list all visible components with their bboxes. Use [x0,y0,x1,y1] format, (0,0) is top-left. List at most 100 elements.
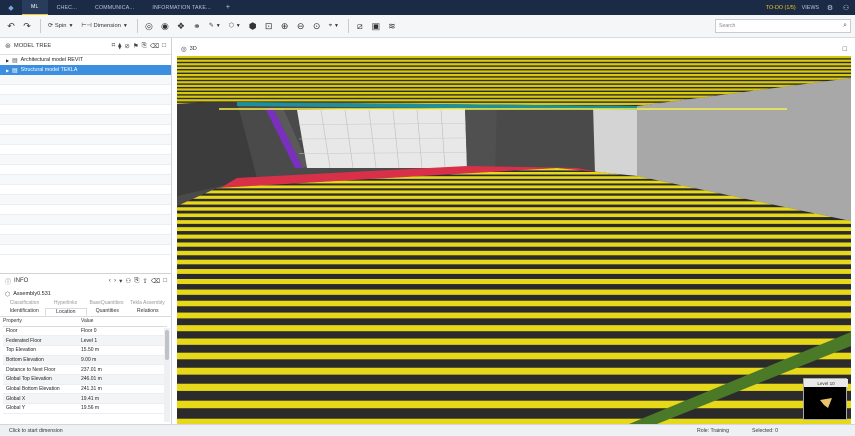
property-value: 241.31 m [81,384,167,395]
cube-view-icon: ⬡ [228,23,234,29]
property-name: Distance to Next Floor [3,364,81,375]
zoom-selection-icon[interactable]: ⊙ [310,17,324,35]
minimap[interactable]: Level 10 [803,378,848,420]
table-row[interactable]: Top Elevation 15.50 m [3,345,167,356]
section-box-icon[interactable]: ▣ [369,17,383,35]
table-row[interactable]: Global Top Elevation 246.01 m [3,374,167,385]
dimension-ruler-icon: ⊢⊣ [81,23,92,29]
section-plane-icon[interactable]: ⧄ [353,17,367,35]
3d-viewport[interactable]: Level 10 [177,56,851,424]
ceiling-stripe [177,74,851,77]
ceiling-stripe [177,81,851,84]
tree-item-structural[interactable]: ▶ ▤ Structural model TEKLA [0,65,171,75]
info-maximize-icon[interactable]: □ [163,277,167,285]
table-row[interactable]: Global Bottom Elevation 241.31 m [3,384,167,395]
spin-label: Spin [54,23,67,29]
floor-stripe [177,242,851,247]
add-tab-icon[interactable]: + [220,4,236,11]
cube-color-icon[interactable]: ❖ [174,17,188,35]
floor-stripe [177,312,851,319]
cube-view-dropdown[interactable]: ⬡ ▼ [226,17,244,35]
isolate-icon[interactable]: ◉ [158,17,172,35]
redo-icon[interactable]: ↷ [20,17,34,35]
toolbar-divider [40,19,41,33]
table-row[interactable]: Global Y 19.56 m [3,403,167,414]
table-row[interactable]: Distance to Next Floor 237.01 m [3,364,167,375]
tab-hyperlinks[interactable]: Hyperlinks [45,300,86,308]
info-title: INFO [14,278,29,284]
3d-scene[interactable] [177,56,851,424]
zoom-out-icon[interactable]: ⊖ [294,17,308,35]
tree-copy-icon[interactable]: ⎘ [142,42,147,50]
tree-item-label: Structural model TEKLA [20,67,78,73]
tree-empty-row [0,205,171,215]
paint-dropdown[interactable]: ✎ ▼ [206,17,224,35]
properties-table: Property Value Floor Floor 0 Federated Fl… [3,317,167,414]
dimension-dropdown[interactable]: ⊢⊣ Dimension ▼ [78,17,130,35]
wireframe-cube-icon[interactable]: ⬢ [246,17,260,35]
dimension-label: Dimension [93,23,121,29]
tab-basequantities[interactable]: BaseQuantities [86,300,127,308]
property-name: Global X [3,393,81,404]
visibility-icon[interactable]: ◎ [142,17,156,35]
history-dropdown-icon[interactable]: ▾ [119,277,122,285]
next-arrow-icon[interactable]: › [114,277,116,285]
table-row[interactable]: Bottom Elevation 9.00 m [3,355,167,366]
zoom-fit-icon[interactable]: ⊡ [262,17,276,35]
tree-item-label: Architectural model REVIT [20,57,84,63]
info-link-icon[interactable]: ⚇ [125,277,131,285]
floor-stripe [177,213,851,218]
floor-stripe [177,338,851,345]
layers-icon[interactable]: ≋ [385,17,399,35]
zoom-in-icon[interactable]: ⊕ [278,17,292,35]
search-placeholder: Search [719,23,736,29]
todo-counter[interactable]: TO-DO (1/5) [766,5,796,11]
table-row[interactable]: Federated Floor Level 1 [3,335,167,346]
tree-select-icon[interactable]: ⌗ [111,42,115,50]
tree-delete-icon[interactable]: ⌫ [150,42,159,50]
table-row[interactable]: Global X 19.41 m [3,393,167,404]
floor-stripe [177,278,851,285]
tab-check[interactable]: CHEC... [48,0,86,15]
measure-dropdown[interactable]: ⌖ ▼ [326,17,342,35]
tab-classification[interactable]: Classification [4,300,45,308]
tree-tag-icon[interactable]: ⚑ [133,42,139,50]
previous-arrow-icon[interactable]: ‹ [109,277,111,285]
status-selected: Selected: 0 [752,427,778,434]
tree-maximize-icon[interactable]: □ [162,42,166,50]
spin-dropdown[interactable]: ⟳ Spin ▼ [45,17,76,35]
tab-ml[interactable]: ML [22,0,48,15]
info-copy-icon[interactable]: ⎘ [134,277,139,285]
tree-filter-icon[interactable]: ⧫ [118,42,121,50]
tab-tekla-assembly[interactable]: Tekla Assembly [127,300,168,308]
tab-communicate[interactable]: COMMUNICA... [86,0,143,15]
info-delete-icon[interactable]: ⌫ [151,277,160,285]
transparency-icon[interactable]: ⚭ [190,17,204,35]
tab-information-take[interactable]: INFORMATION TAKE... [143,0,220,15]
table-row[interactable]: Floor Floor 0 [3,326,167,337]
ceiling-stripe [177,63,851,66]
floor-stripe [177,207,851,211]
tree-empty-row [0,75,171,85]
settings-gear-icon[interactable]: ⚙ [825,3,835,13]
info-scrollbar[interactable] [164,328,170,422]
tab-quantities[interactable]: Quantities [87,308,128,316]
tab-identification[interactable]: Identification [4,308,45,316]
user-network-icon[interactable]: ⚇ [841,3,851,13]
ceiling-stripe [177,84,851,87]
maximize-icon[interactable]: □ [843,46,847,53]
info-export-icon[interactable]: ⇪ [142,277,147,285]
undo-icon[interactable]: ↶ [4,17,18,35]
selected-object-name: Assembly0.531 [13,291,51,297]
tree-hide-icon[interactable]: ⊘ [124,42,129,50]
property-value: Level 1 [81,335,167,346]
tab-relations[interactable]: Relations [128,308,169,316]
tab-location[interactable]: Location [44,308,87,316]
views-button[interactable]: VIEWS [802,5,819,11]
tree-empty-row [0,145,171,155]
scrollbar-thumb[interactable] [165,330,169,360]
search-field[interactable]: Search ⌕ [715,19,851,33]
tree-item-architectural[interactable]: ▶ ▤ Architectural model REVIT [0,55,171,65]
tree-empty-row [0,165,171,175]
model-file-icon: ▤ [12,57,18,64]
